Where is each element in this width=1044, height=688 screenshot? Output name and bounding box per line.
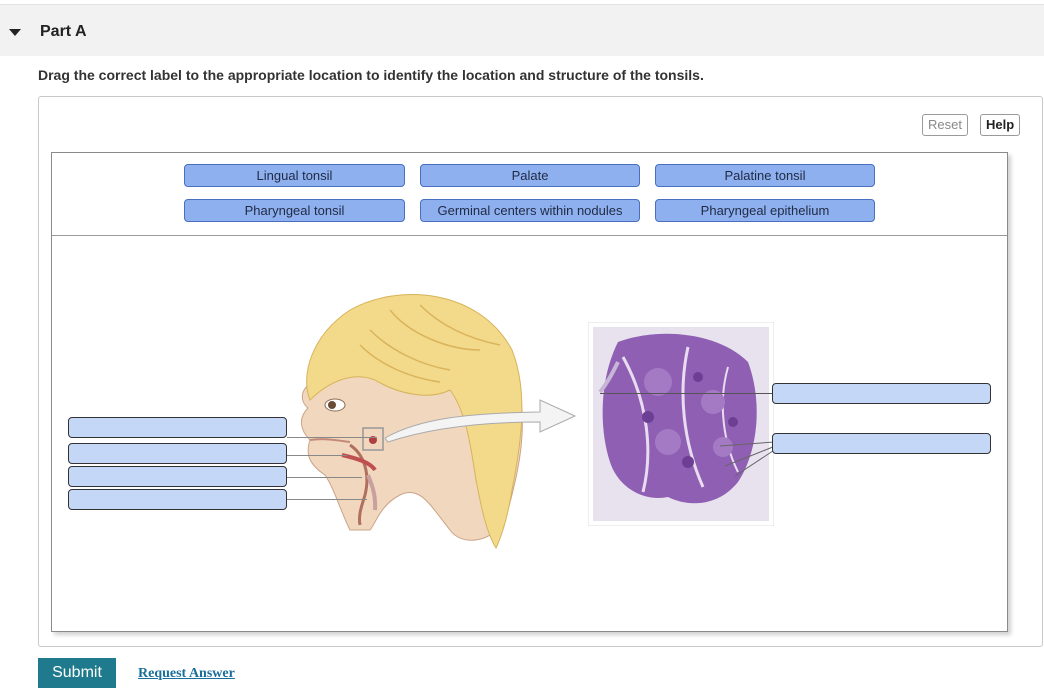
instructions: Drag the correct label to the appropriat… bbox=[38, 67, 704, 83]
arrow-icon bbox=[384, 399, 577, 443]
drop-target[interactable] bbox=[772, 433, 991, 454]
leader-line bbox=[287, 437, 377, 438]
reset-button[interactable]: Reset bbox=[922, 114, 968, 136]
caret-down-icon[interactable] bbox=[9, 29, 21, 36]
drop-target[interactable] bbox=[68, 466, 287, 487]
leader-line bbox=[600, 393, 790, 394]
label-chip-lingual-tonsil[interactable]: Lingual tonsil bbox=[184, 164, 405, 187]
drop-target[interactable] bbox=[68, 417, 287, 438]
leader-line bbox=[287, 499, 367, 500]
part-title: Part A bbox=[40, 23, 87, 40]
leader-line bbox=[287, 477, 362, 478]
leader-line bbox=[287, 455, 347, 456]
part-header[interactable]: Part A bbox=[0, 4, 1044, 56]
label-chip-palatine-tonsil[interactable]: Palatine tonsil bbox=[655, 164, 875, 187]
label-bank-divider bbox=[52, 235, 1007, 236]
help-button[interactable]: Help bbox=[980, 114, 1021, 136]
drop-target[interactable] bbox=[772, 383, 991, 404]
label-chip-germinal-centers[interactable]: Germinal centers within nodules bbox=[420, 199, 640, 222]
label-chip-pharyngeal-tonsil[interactable]: Pharyngeal tonsil bbox=[184, 199, 405, 222]
drop-target[interactable] bbox=[68, 489, 287, 510]
drop-target[interactable] bbox=[68, 443, 287, 464]
label-chip-pharyngeal-epithelium[interactable]: Pharyngeal epithelium bbox=[655, 199, 875, 222]
label-chip-palate[interactable]: Palate bbox=[420, 164, 640, 187]
tonsil-micrograph bbox=[588, 322, 774, 526]
request-answer-link[interactable]: Request Answer bbox=[138, 666, 235, 682]
